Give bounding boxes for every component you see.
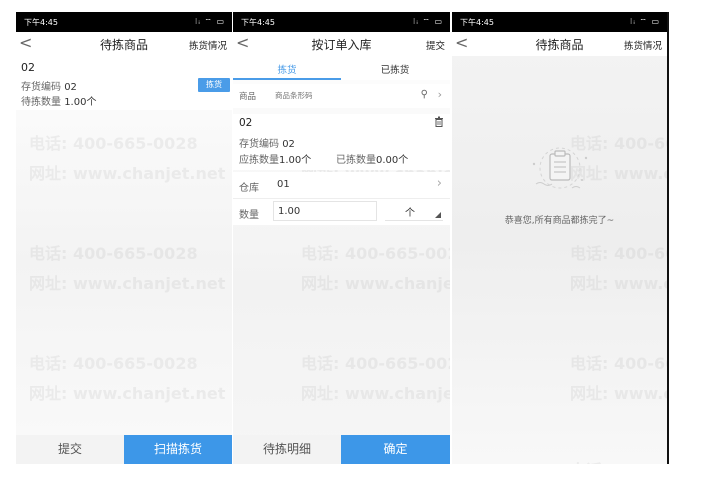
- nav-bar: < 待拣商品 拣货情况: [16, 32, 232, 56]
- list-item[interactable]: 02 存货编码 02 待拣数量 1.00个 拣货: [16, 56, 232, 110]
- item-qty-label: 待拣数量: [21, 97, 61, 108]
- watermark-phone: 电话: 400-665-0028: [29, 354, 198, 373]
- page-title: 按订单入库: [311, 38, 372, 52]
- watermark-phone: 电话: 400-665-0028: [570, 354, 667, 373]
- empty-clipboard-icon: [532, 147, 588, 189]
- nav-bar: < 按订单入库 提交: [233, 32, 450, 56]
- status-bar: 下午4:45 ⁝ᵢ ⌔ ▭: [233, 12, 450, 32]
- screen-order-inbound: 下午4:45 ⁝ᵢ ⌔ ▭ < 按订单入库 提交 电话: 400-665-002…: [233, 12, 450, 464]
- watermark-phone: 电话: 400-665-0028: [301, 244, 450, 263]
- status-time: 下午4:45: [460, 18, 494, 27]
- search-row: 商品 ⚲ ›: [233, 84, 450, 108]
- item-code-label: 存货编码: [21, 82, 61, 93]
- watermark-phone: 电话: 400-665-0028: [29, 244, 198, 263]
- pick-detail-button[interactable]: 待拣明细: [233, 435, 341, 464]
- confirm-button[interactable]: 确定: [341, 435, 450, 464]
- picked-qty: 0.00个: [376, 155, 409, 166]
- quantity-value: 1.00: [278, 206, 301, 217]
- item-code-label: 存货编码: [239, 139, 279, 150]
- nav-bar: < 待拣商品 拣货情况: [452, 32, 667, 56]
- watermark-phone: 电话: 400-665-0028: [570, 244, 667, 263]
- unit-value: 个: [405, 208, 415, 219]
- trash-icon[interactable]: [434, 116, 444, 127]
- item-name: 02: [239, 117, 253, 129]
- screen-pending-items: 下午4:45 ⁝ᵢ ⌔ ▭ < 待拣商品 拣货情况 电话: 400-665-00…: [16, 12, 232, 464]
- dropdown-corner-icon: [435, 212, 441, 218]
- scan-pick-button[interactable]: 扫描拣货: [124, 435, 232, 464]
- submit-button[interactable]: 提交: [16, 435, 124, 464]
- watermark-site: 网址: www.chanjet.net: [29, 384, 226, 403]
- watermark-phone: 电话: 400-665-0028: [29, 134, 198, 153]
- search-label: 商品: [239, 92, 257, 102]
- item-due-line: 应拣数量1.00个: [239, 151, 311, 166]
- warehouse-value: 01: [277, 179, 290, 190]
- status-bar: 下午4:45 ⁝ᵢ ⌔ ▭: [16, 12, 232, 32]
- status-icons: ⁝ᵢ ⌔ ▭: [194, 17, 225, 26]
- submit-link[interactable]: 提交: [426, 38, 445, 52]
- screen-all-picked: 下午4:45 ⁝ᵢ ⌔ ▭ < 待拣商品 拣货情况 电话: 400-665-00…: [452, 12, 669, 464]
- item-code: 02: [64, 82, 77, 93]
- quantity-row: 数量 1.00 个: [233, 199, 450, 225]
- barcode-input[interactable]: [275, 88, 405, 103]
- chevron-right-icon: ›: [436, 176, 442, 191]
- watermark-site: 网址: www.chanjet.net: [570, 384, 667, 403]
- watermark-phone: 电话: 400-665-0028: [570, 457, 667, 464]
- item-card: 02 存货编码 02 应拣数量1.00个 已拣数量0.00个: [233, 114, 450, 170]
- status-bar: 下午4:45 ⁝ᵢ ⌔ ▭: [452, 12, 667, 32]
- status-icons: ⁝ᵢ ⌔ ▭: [629, 17, 660, 26]
- watermark-phone: 电话: 400-665-0028: [301, 354, 450, 373]
- search-icon[interactable]: ⚲: [421, 89, 428, 100]
- pick-status-link[interactable]: 拣货情况: [189, 38, 227, 52]
- watermark-site: 网址: www.chanjet.net: [29, 164, 226, 183]
- tab-active-indicator: [233, 78, 341, 80]
- status-time: 下午4:45: [241, 18, 275, 27]
- due-qty-label: 应拣数量: [239, 155, 279, 166]
- warehouse-label: 仓库: [239, 183, 259, 194]
- tab-bar: 拣货 已拣货: [233, 56, 450, 80]
- watermark-site: 网址: www.chanjet.net: [301, 274, 450, 293]
- item-picked-line: 已拣数量0.00个: [336, 151, 408, 166]
- warehouse-row[interactable]: 仓库 01 ›: [233, 172, 450, 198]
- quantity-input[interactable]: 1.00: [273, 201, 377, 221]
- due-qty: 1.00个: [279, 155, 312, 166]
- watermark-site: 网址: www.chanjet.net: [301, 384, 450, 403]
- empty-message: 恭喜您,所有商品都拣完了~: [504, 216, 615, 226]
- quantity-label: 数量: [239, 210, 259, 221]
- tab-pick[interactable]: 拣货: [233, 62, 341, 76]
- watermark-site: 网址: www.chanjet.net: [29, 274, 226, 293]
- pick-status-link[interactable]: 拣货情况: [624, 38, 662, 52]
- watermark-site: 网址: www.chanjet.net: [570, 274, 667, 293]
- status-icons: ⁝ᵢ ⌔ ▭: [412, 17, 443, 26]
- item-qty-line: 待拣数量 1.00个: [21, 93, 96, 108]
- status-time: 下午4:45: [24, 18, 58, 27]
- item-code-line: 存货编码 02: [21, 78, 77, 93]
- unit-select[interactable]: 个: [385, 201, 443, 221]
- item-code-line: 存货编码 02: [239, 135, 295, 150]
- item-name: 02: [21, 61, 35, 74]
- tab-picked[interactable]: 已拣货: [341, 62, 449, 76]
- picked-qty-label: 已拣数量: [336, 155, 376, 166]
- item-code: 02: [282, 139, 295, 150]
- chevron-right-icon[interactable]: ›: [438, 88, 442, 101]
- pick-button[interactable]: 拣货: [198, 78, 230, 92]
- item-qty: 1.00个: [64, 97, 97, 108]
